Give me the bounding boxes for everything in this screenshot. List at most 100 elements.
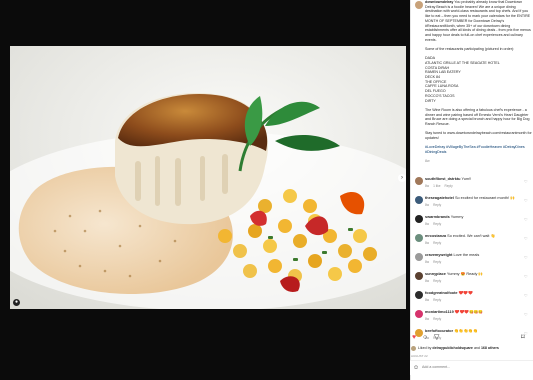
comment-like-heart-icon[interactable]: ♡ xyxy=(524,179,528,184)
commenter-username[interactable]: cravemyweight xyxy=(425,253,452,257)
comment-meta: 8w 1 like Reply xyxy=(425,184,457,188)
comment-like-heart-icon[interactable]: ♡ xyxy=(524,236,528,241)
comment-icon[interactable]: ○ xyxy=(423,333,427,342)
comment-age: 8w xyxy=(425,222,430,226)
caption-paragraph-2: Some of the restaurants participating (p… xyxy=(425,46,515,51)
caption-paragraph-3: The Wine Room is also offering a fabulou… xyxy=(425,107,530,126)
next-photo-arrow-icon[interactable]: › xyxy=(398,174,406,182)
restaurant-item: COSTA DIRAH xyxy=(425,65,450,70)
comment-meta: 8w Reply xyxy=(425,317,445,321)
restaurant-item: ATLANTIC GRILLE AT THE SEAGATE HOTEL xyxy=(425,60,500,65)
restaurant-item: THE OFFICE xyxy=(425,79,447,84)
commenter-username[interactable]: moniartimo1119 xyxy=(425,310,454,314)
caption-paragraph-4: Stay tuned to www.downtowndelraybeach.co… xyxy=(425,131,532,140)
comment-meta: 8w Reply xyxy=(425,298,445,302)
comment-age: 8w xyxy=(425,317,430,321)
bookmark-icon[interactable]: ⌑ xyxy=(521,333,525,342)
commenter-avatar[interactable] xyxy=(415,291,423,299)
reply-button[interactable]: Reply xyxy=(433,203,441,207)
comment-meta: 8w Reply xyxy=(425,279,445,283)
add-comment-input[interactable] xyxy=(422,365,522,369)
likes-text[interactable]: Liked by delraypublicholdsquare and 168 … xyxy=(418,346,499,350)
comment-item: southflbest_dstrktu Yum!! 8w 1 like Reply … xyxy=(415,176,533,195)
liker-username[interactable]: delraypublicholdsquare xyxy=(432,346,473,350)
comment-like-heart-icon[interactable]: ♡ xyxy=(524,198,528,203)
comment-text: foodgreatnolfoote ❤️❤️❤️ xyxy=(425,291,521,296)
commenter-username[interactable]: theseagatehotel xyxy=(425,196,454,200)
commenter-avatar[interactable] xyxy=(415,253,423,261)
emoji-icon[interactable]: ☺ xyxy=(413,365,419,371)
comment-body: So excited. We can't wait 👋 xyxy=(447,234,496,238)
caption-username[interactable]: downtowndelray xyxy=(425,0,453,4)
post-photo-crab-cake[interactable] xyxy=(10,46,406,309)
share-icon[interactable]: ▽ xyxy=(434,333,439,342)
comment-age: 8w xyxy=(425,260,430,264)
comment-likes[interactable]: 1 like xyxy=(433,184,440,188)
comment-item: foodgreatnolfoote ❤️❤️❤️ 8w Reply ♡ xyxy=(415,290,533,309)
comment-age: 8w xyxy=(425,279,430,283)
comment-body: Love the meals xyxy=(453,253,480,257)
reply-button[interactable]: Reply xyxy=(445,184,453,188)
commenter-username[interactable]: mrcostanza xyxy=(425,234,446,238)
comment-age: 8w xyxy=(425,241,430,245)
comment-meta: 8w Reply xyxy=(425,260,445,264)
caption-author-avatar[interactable] xyxy=(415,1,423,9)
post-details-pane: downtowndelray You probably already know… xyxy=(410,0,533,380)
comment-age: 8w xyxy=(425,184,430,188)
commenter-username[interactable]: swarmbrands xyxy=(425,215,450,219)
likes-middle: and xyxy=(473,346,480,350)
restaurant-item: DECK 84 xyxy=(425,75,440,80)
commenter-username[interactable]: sunnyplace xyxy=(425,272,446,276)
comment-meta: 8w Reply xyxy=(425,203,445,207)
comment-like-heart-icon[interactable]: ♡ xyxy=(524,255,528,260)
comment-body: ❤️❤️❤️😋😋😋 xyxy=(454,310,484,314)
caption-age: 8w xyxy=(425,159,430,164)
comment-text: mrcostanza So excited. We can't wait 👋 xyxy=(425,234,521,239)
caption-paragraph-1: You probably already know that Downtown … xyxy=(425,0,531,42)
reply-button[interactable]: Reply xyxy=(433,317,441,321)
reply-button[interactable]: Reply xyxy=(433,241,441,245)
reply-button[interactable]: Reply xyxy=(433,260,441,264)
comment-like-heart-icon[interactable]: ♡ xyxy=(524,293,528,298)
restaurant-item: DIRTY xyxy=(425,98,436,103)
commenter-username[interactable]: southflbest_dstrktu xyxy=(425,177,460,181)
user-tag-icon[interactable]: ● xyxy=(13,299,20,306)
commenter-avatar[interactable] xyxy=(415,234,423,242)
reply-button[interactable]: Reply xyxy=(433,279,441,283)
comment-body: Yummy xyxy=(450,215,464,219)
comment-age: 8w xyxy=(425,298,430,302)
liker-avatar xyxy=(411,346,416,351)
reply-button[interactable]: Reply xyxy=(433,298,441,302)
post-action-bar: ♥ ○ ▽ ⌑ xyxy=(411,333,529,343)
comment-body: So excited for restaurant month! 🙌 xyxy=(454,196,515,200)
comment-text: swarmbrands Yummy xyxy=(425,215,521,220)
comment-like-heart-icon[interactable]: ♡ xyxy=(524,274,528,279)
comment-meta: 8w Reply xyxy=(425,222,445,226)
comment-item: sunnyplace Yummy 😍 Ready 🙌 8w Reply ♡ xyxy=(415,271,533,290)
heart-icon[interactable]: ♥ xyxy=(412,333,416,342)
comment-like-heart-icon[interactable]: ♡ xyxy=(524,217,528,222)
comment-body: ❤️❤️❤️ xyxy=(458,291,473,295)
post-caption: downtowndelray You probably already know… xyxy=(425,0,533,169)
commenter-avatar[interactable] xyxy=(415,177,423,185)
commenter-avatar[interactable] xyxy=(415,196,423,204)
comment-text: sunnyplace Yummy 😍 Ready 🙌 xyxy=(425,272,521,277)
likes-count[interactable]: 168 others xyxy=(481,346,499,350)
likes-prefix: Liked by xyxy=(418,346,432,350)
reply-button[interactable]: Reply xyxy=(433,222,441,226)
comment-like-heart-icon[interactable]: ♡ xyxy=(524,312,528,317)
post-media-pane: › ● xyxy=(0,0,410,380)
comment-item: cravemyweight Love the meals 8w Reply ♡ xyxy=(415,252,533,271)
commenter-avatar[interactable] xyxy=(415,310,423,318)
commenter-username[interactable]: foodgreatnolfoote xyxy=(425,291,457,295)
commenter-avatar[interactable] xyxy=(415,272,423,280)
comment-body: Yummy 😍 Ready 🙌 xyxy=(446,272,484,276)
comment-item: mrcostanza So excited. We can't wait 👋 8… xyxy=(415,233,533,252)
add-comment-bar: ☺ xyxy=(410,360,533,375)
commenter-avatar[interactable] xyxy=(415,215,423,223)
caption-hashtags[interactable]: #LoveDelray #VillageByTheSea #FoodieHeav… xyxy=(425,145,533,154)
comment-text: southflbest_dstrktu Yum!! xyxy=(425,177,521,182)
comment-item: theseagatehotel So excited for restauran… xyxy=(415,195,533,214)
comment-item: moniartimo1119 ❤️❤️❤️😋😋😋 8w Reply ♡ xyxy=(415,309,533,328)
comment-body: Yum!! xyxy=(461,177,472,181)
